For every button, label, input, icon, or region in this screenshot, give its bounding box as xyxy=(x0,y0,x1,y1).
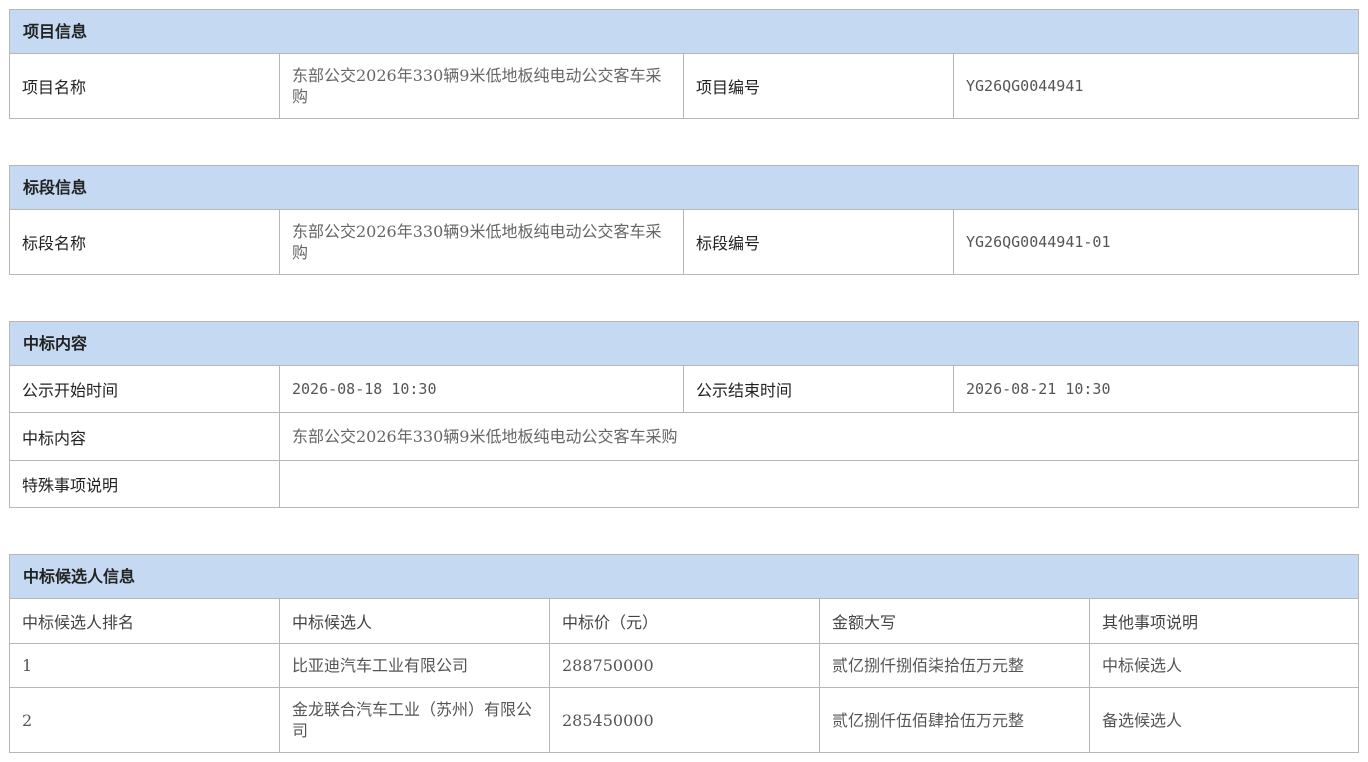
publicity-end-value: 2026-08-21 10:30 xyxy=(954,366,1359,413)
lot-info-row: 标段名称 东部公交2026年330辆9米低地板纯电动公交客车采购 标段编号 YG… xyxy=(10,210,1359,275)
award-content-header: 中标内容 xyxy=(10,322,1359,366)
project-info-header: 项目信息 xyxy=(10,10,1359,54)
project-code-label: 项目编号 xyxy=(684,54,954,119)
award-content-row: 中标内容 东部公交2026年330辆9米低地板纯电动公交客车采购 xyxy=(10,413,1359,461)
lot-code-label: 标段编号 xyxy=(684,210,954,275)
publicity-time-row: 公示开始时间 2026-08-18 10:30 公示结束时间 2026-08-2… xyxy=(10,366,1359,413)
project-code-value: YG26QG0044941 xyxy=(954,54,1359,119)
column-header-rank: 中标候选人排名 xyxy=(10,599,280,644)
project-name-label: 项目名称 xyxy=(10,54,280,119)
special-notes-value xyxy=(280,461,1359,508)
table-row: 2 金龙联合汽车工业（苏州）有限公司 285450000 贰亿捌仟伍佰肆拾伍万元… xyxy=(10,688,1359,753)
column-header-price: 中标价（元） xyxy=(550,599,820,644)
candidate-amount-words: 贰亿捌仟捌佰柒拾伍万元整 xyxy=(820,644,1090,688)
publicity-start-value: 2026-08-18 10:30 xyxy=(280,366,684,413)
publicity-start-label: 公示开始时间 xyxy=(10,366,280,413)
candidates-header-row: 中标候选人排名 中标候选人 中标价（元） 金额大写 其他事项说明 xyxy=(10,599,1359,644)
candidate-amount-words: 贰亿捌仟伍佰肆拾伍万元整 xyxy=(820,688,1090,753)
column-header-notes: 其他事项说明 xyxy=(1090,599,1359,644)
lot-name-value: 东部公交2026年330辆9米低地板纯电动公交客车采购 xyxy=(280,210,684,275)
project-info-section: 项目信息 项目名称 东部公交2026年330辆9米低地板纯电动公交客车采购 项目… xyxy=(9,9,1359,119)
special-notes-row: 特殊事项说明 xyxy=(10,461,1359,508)
lot-code-value: YG26QG0044941-01 xyxy=(954,210,1359,275)
candidate-price: 285450000 xyxy=(550,688,820,753)
award-content-label: 中标内容 xyxy=(10,413,280,461)
table-row: 1 比亚迪汽车工业有限公司 288750000 贰亿捌仟捌佰柒拾伍万元整 中标候… xyxy=(10,644,1359,688)
project-name-value: 东部公交2026年330辆9米低地板纯电动公交客车采购 xyxy=(280,54,684,119)
lot-info-header: 标段信息 xyxy=(10,166,1359,210)
lot-name-label: 标段名称 xyxy=(10,210,280,275)
candidate-note: 中标候选人 xyxy=(1090,644,1359,688)
candidate-note: 备选候选人 xyxy=(1090,688,1359,753)
project-info-row: 项目名称 东部公交2026年330辆9米低地板纯电动公交客车采购 项目编号 YG… xyxy=(10,54,1359,119)
column-header-amount-words: 金额大写 xyxy=(820,599,1090,644)
candidate-rank: 1 xyxy=(10,644,280,688)
award-content-value: 东部公交2026年330辆9米低地板纯电动公交客车采购 xyxy=(280,413,1359,461)
candidate-rank: 2 xyxy=(10,688,280,753)
special-notes-label: 特殊事项说明 xyxy=(10,461,280,508)
lot-info-section: 标段信息 标段名称 东部公交2026年330辆9米低地板纯电动公交客车采购 标段… xyxy=(9,165,1359,275)
candidate-price: 288750000 xyxy=(550,644,820,688)
column-header-candidate: 中标候选人 xyxy=(280,599,550,644)
award-content-section: 中标内容 公示开始时间 2026-08-18 10:30 公示结束时间 2026… xyxy=(9,321,1359,508)
candidate-name: 比亚迪汽车工业有限公司 xyxy=(280,644,550,688)
candidates-section: 中标候选人信息 中标候选人排名 中标候选人 中标价（元） 金额大写 其他事项说明… xyxy=(9,554,1359,753)
candidates-header: 中标候选人信息 xyxy=(10,555,1359,599)
publicity-end-label: 公示结束时间 xyxy=(684,366,954,413)
candidate-name: 金龙联合汽车工业（苏州）有限公司 xyxy=(280,688,550,753)
